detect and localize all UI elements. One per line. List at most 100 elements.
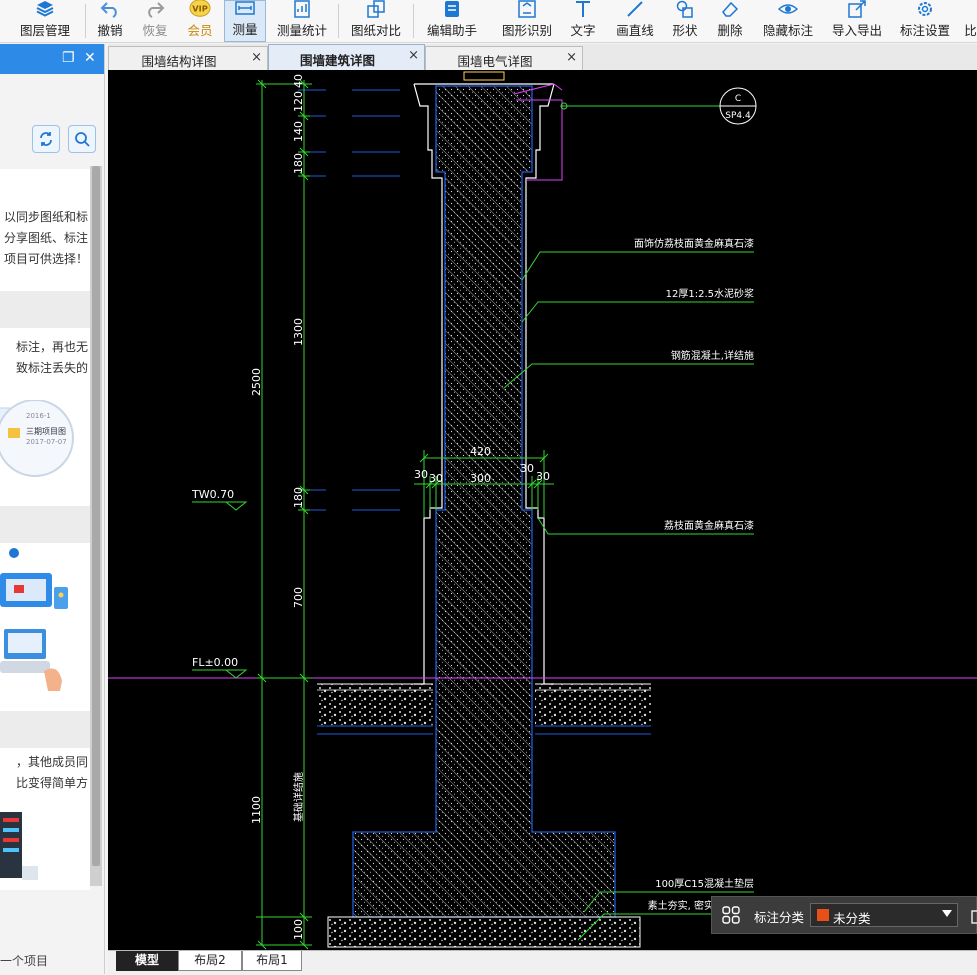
chevron-down-icon	[942, 910, 952, 917]
card-separator	[0, 506, 90, 543]
svg-text:30: 30	[520, 462, 534, 475]
left-side-panel: ❐ ✕ 以同步图纸和标 分享图纸、标注 项目可供选择！ 标注，再也无 致标注丢失…	[0, 44, 105, 974]
svg-text:100: 100	[292, 919, 305, 940]
compare-ratio-icon	[964, 0, 977, 18]
panel-scrollbar[interactable]	[90, 166, 102, 886]
eraser-icon	[719, 0, 741, 18]
tab-structure-detail[interactable]: 围墙结构详图 ×	[108, 46, 268, 70]
tab-model[interactable]: 模型	[116, 951, 178, 971]
svg-text:C: C	[735, 94, 741, 104]
sync-icon	[40, 132, 52, 146]
close-panel-icon[interactable]: ✕	[84, 50, 96, 66]
toolbar-separator	[338, 4, 339, 38]
vip-icon: VIP	[189, 0, 211, 18]
scrollbar-thumb[interactable]	[92, 166, 100, 866]
annotation-category-label: 标注分类	[754, 910, 805, 925]
redo-button[interactable]: 恢复	[137, 0, 173, 42]
svg-text:30: 30	[414, 468, 428, 481]
tab-architecture-detail[interactable]: 围墙建筑详图 ×	[268, 44, 425, 70]
panel-header: ❐ ✕	[0, 44, 104, 74]
svg-text:180: 180	[292, 487, 305, 508]
svg-text:基础详结施: 基础详结施	[292, 772, 305, 822]
edit-assistant-icon	[441, 0, 463, 18]
wall-section-drawing: 120 40 140 180 1300 2500 180 700 1100 10…	[108, 71, 977, 950]
svg-text:2500: 2500	[250, 368, 263, 396]
search-icon	[75, 132, 90, 147]
import-export-icon	[846, 0, 868, 18]
annotation-settings-button[interactable]: 标注设置	[896, 0, 954, 42]
close-tab-icon[interactable]: ×	[566, 50, 577, 65]
svg-text:钢筋混凝土,详结施: 钢筋混凝土,详结施	[671, 349, 754, 362]
undo-button[interactable]: 撤销	[92, 0, 128, 42]
sync-button[interactable]	[32, 125, 60, 153]
svg-text:300: 300	[470, 472, 491, 485]
svg-text:SP4.4: SP4.4	[725, 111, 751, 121]
card-separator	[0, 291, 90, 328]
shape-recognition-icon	[516, 0, 538, 18]
vip-button[interactable]: VIP 会员	[182, 0, 218, 42]
measure-stats-button[interactable]: 测量统计	[272, 0, 332, 42]
svg-text:700: 700	[292, 587, 305, 608]
close-tab-icon[interactable]: ×	[251, 50, 262, 65]
import-export-button[interactable]: 导入导出	[828, 0, 886, 42]
measure-stats-icon	[291, 0, 313, 18]
svg-text:420: 420	[470, 445, 491, 458]
annotation-category-select[interactable]: 未分类	[810, 903, 958, 927]
main-toolbar: 图层管理 撤销 恢复 VIP 会员 测量 测量统计 图纸对比 编辑助手 图形识别…	[0, 0, 977, 43]
svg-text:140: 140	[292, 121, 305, 142]
promo-card-annotation: 标注，再也无 致标注丢失的 2016-1 三期项目图 2017-07-07	[0, 328, 90, 506]
measure-icon	[234, 0, 256, 17]
svg-text:120: 120	[292, 91, 305, 112]
tab-layout2[interactable]: 布局2	[178, 951, 242, 971]
svg-text:1100: 1100	[250, 796, 263, 824]
layout-tabs-bar: 模型 布局2 布局1	[108, 950, 977, 975]
text-icon	[572, 0, 594, 18]
annotation-category-panel: 标注分类 未分类	[711, 896, 977, 934]
hide-annotations-button[interactable]: 隐藏标注	[760, 0, 816, 42]
svg-text:30: 30	[429, 472, 443, 485]
tab-electrical-detail[interactable]: 围墙电气详图 ×	[425, 46, 583, 70]
svg-text:FL±0.00: FL±0.00	[192, 656, 238, 669]
svg-text:180: 180	[292, 153, 305, 174]
search-button[interactable]	[68, 125, 96, 153]
toolbar-separator	[85, 4, 86, 38]
copy-icon[interactable]	[971, 908, 977, 924]
compare-button[interactable]: 图纸对比	[346, 0, 406, 42]
ratio-compare-button[interactable]: 比	[964, 0, 977, 42]
svg-text:面饰仿荔枝面黄金麻真石漆: 面饰仿荔枝面黄金麻真石漆	[634, 237, 754, 250]
svg-text:VIP: VIP	[192, 4, 208, 14]
promo-card-sync: 以同步图纸和标 分享图纸、标注 项目可供选择！	[0, 169, 90, 291]
redo-icon	[144, 0, 166, 18]
project-thumbnail-image: 2016-1 三期项目图 2017-07-07	[0, 399, 85, 480]
panel-footer-text: 一个项目	[0, 954, 49, 968]
document-tabs: 围墙结构详图 × 围墙建筑详图 × 围墙电气详图 ×	[108, 44, 977, 70]
svg-text:1300: 1300	[292, 318, 305, 346]
edit-assistant-button[interactable]: 编辑助手	[422, 0, 482, 42]
svg-text:荔枝面黄金麻真石漆: 荔枝面黄金麻真石漆	[664, 519, 754, 532]
layer-manager-button[interactable]: 图层管理	[10, 0, 80, 42]
delete-button[interactable]: 删除	[712, 0, 748, 42]
text-button[interactable]: 文字	[565, 0, 601, 42]
promo-card-team: ，其他成员同 比变得简单方	[0, 748, 90, 890]
settings-icon	[914, 0, 936, 18]
tab-layout1[interactable]: 布局1	[242, 951, 302, 971]
restore-window-icon[interactable]: ❐	[62, 50, 75, 66]
drawing-canvas[interactable]: 120 40 140 180 1300 2500 180 700 1100 10…	[108, 70, 977, 950]
shape-button[interactable]: 形状	[667, 0, 703, 42]
close-tab-icon[interactable]: ×	[408, 48, 419, 63]
layers-icon	[34, 0, 56, 18]
measure-button[interactable]: 测量	[224, 0, 266, 42]
svg-text:TW0.70: TW0.70	[191, 488, 234, 501]
shape-recognition-button[interactable]: 图形识别	[497, 0, 557, 42]
category-color-swatch	[817, 909, 829, 921]
devices-illustration	[0, 543, 90, 711]
toolbar-separator	[413, 4, 414, 38]
svg-text:30: 30	[536, 470, 550, 483]
shape-icon	[674, 0, 696, 18]
draw-line-button[interactable]: 画直线	[611, 0, 659, 42]
server-illustration	[0, 806, 40, 890]
line-icon	[624, 0, 646, 18]
undo-icon	[99, 0, 121, 18]
svg-text:40: 40	[292, 74, 305, 88]
grid-icon[interactable]	[722, 906, 740, 924]
